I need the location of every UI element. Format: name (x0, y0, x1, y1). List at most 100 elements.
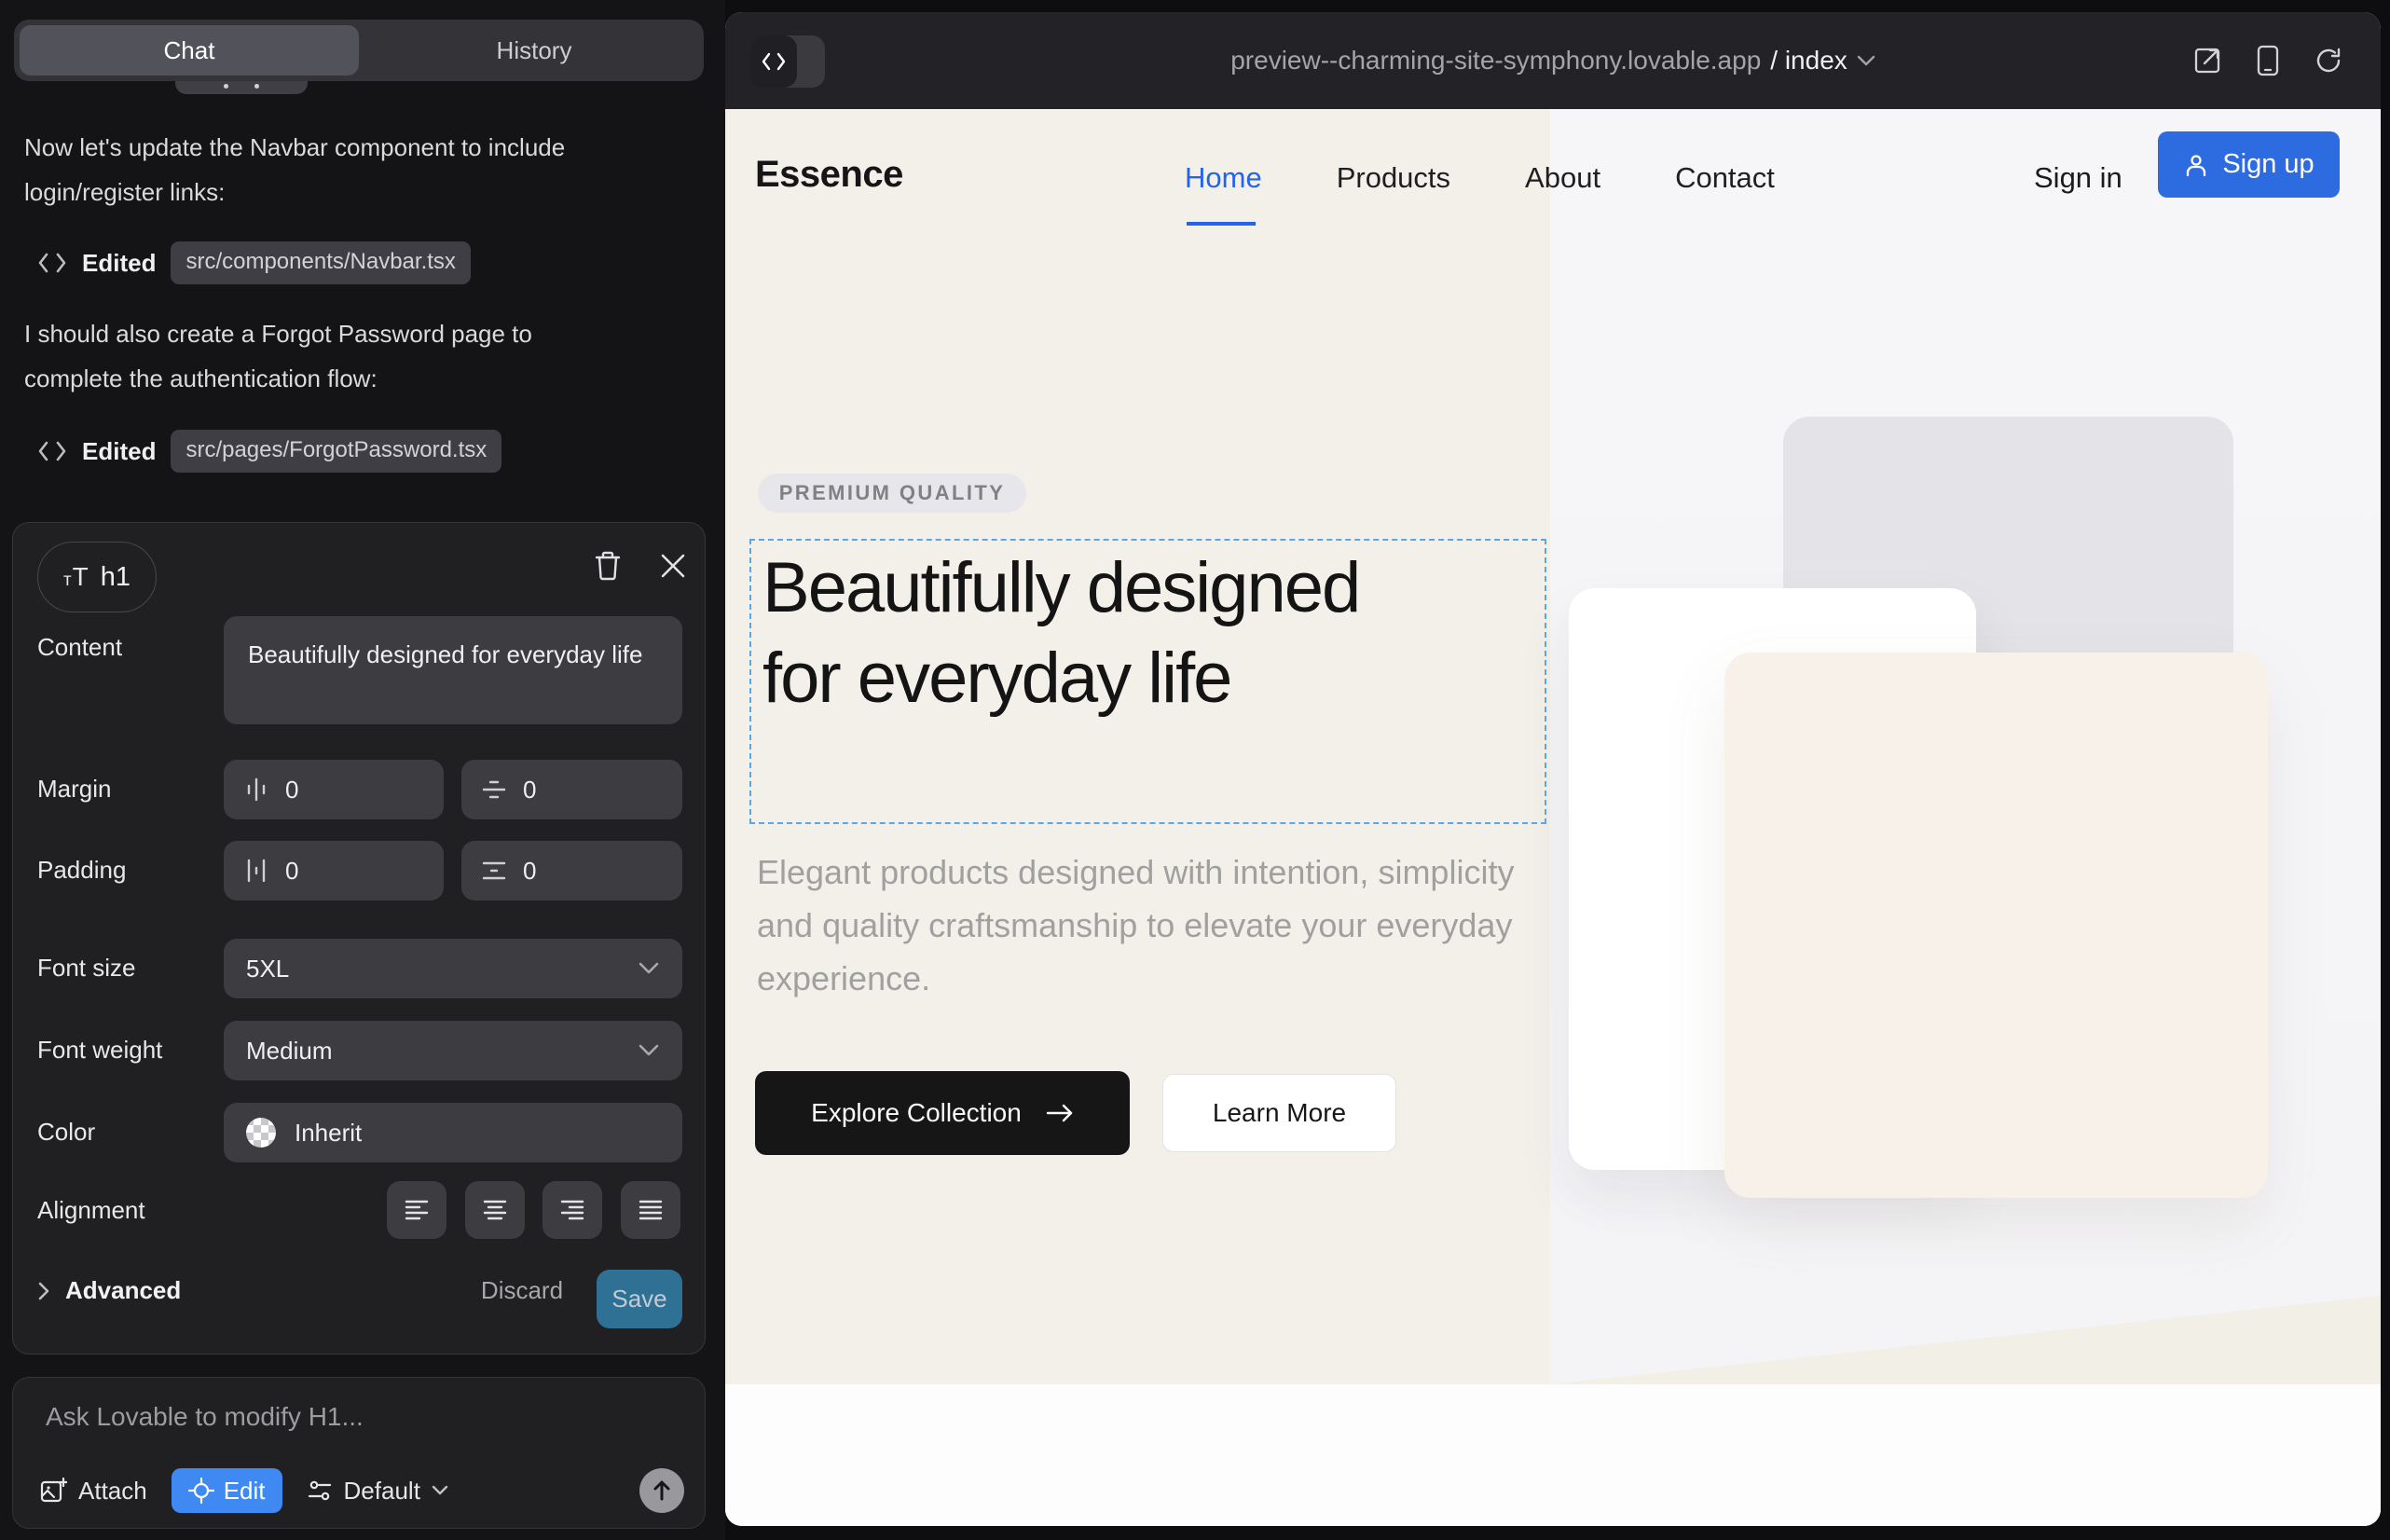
tab-chat[interactable]: Chat (20, 25, 359, 76)
chat-mode-select[interactable]: Default (307, 1477, 448, 1506)
sign-up-button[interactable]: Sign up (2158, 131, 2340, 198)
font-weight-select[interactable]: Medium (224, 1021, 682, 1080)
align-left-icon (404, 1198, 430, 1222)
hero-heading[interactable]: Beautifully designed for everyday life (762, 543, 1424, 723)
element-selection-outline[interactable]: Beautifully designed for everyday life (749, 539, 1546, 824)
scrolled-badge-remnant (175, 81, 308, 94)
code-icon (37, 439, 67, 463)
sign-up-label: Sign up (2222, 149, 2314, 180)
file-path-badge[interactable]: src/pages/ForgotPassword.tsx (171, 430, 501, 473)
nav-link-home[interactable]: Home (1185, 161, 1262, 195)
color-label: Color (37, 1118, 95, 1147)
site-logo[interactable]: Essence (755, 154, 903, 196)
padding-vertical-icon (482, 859, 506, 883)
delete-element-button[interactable] (582, 540, 634, 592)
nav-link-contact[interactable]: Contact (1675, 161, 1775, 195)
url-bar[interactable]: preview--charming-site-symphony.lovable.… (725, 12, 2381, 109)
padding-x-value: 0 (285, 857, 298, 886)
edited-file-row[interactable]: Edited src/pages/ForgotPassword.tsx (37, 429, 501, 474)
preview-toolbar: preview--charming-site-symphony.lovable.… (725, 12, 2381, 109)
open-external-icon[interactable] (2192, 46, 2222, 76)
refresh-icon[interactable] (2314, 46, 2343, 76)
color-value: Inherit (295, 1119, 362, 1148)
lovable-app: Chat History Now let's update the Navbar… (0, 0, 2390, 1540)
composer: Ask Lovable to modify H1... Attach Edit … (12, 1377, 706, 1529)
code-view-toggle[interactable] (750, 35, 825, 88)
font-size-select[interactable]: 5XL (224, 939, 682, 998)
target-icon (188, 1478, 214, 1504)
align-justify-button[interactable] (621, 1181, 680, 1239)
send-button[interactable] (639, 1468, 684, 1513)
learn-more-button[interactable]: Learn More (1162, 1074, 1396, 1152)
chevron-down-icon (638, 1043, 660, 1058)
margin-label: Margin (37, 775, 111, 804)
edit-label: Edit (224, 1477, 266, 1506)
font-weight-label: Font weight (37, 1036, 162, 1065)
trash-icon (594, 550, 622, 582)
arrow-up-icon (652, 1479, 672, 1502)
edit-mode-button[interactable]: Edit (172, 1468, 282, 1513)
chat-panel: Chat History Now let's update the Navbar… (0, 0, 725, 1540)
margin-x-input[interactable]: 0 (224, 760, 444, 819)
advanced-toggle[interactable]: Advanced (37, 1276, 181, 1305)
close-editor-button[interactable] (647, 540, 699, 592)
attach-button[interactable]: Attach (39, 1477, 147, 1506)
type-icon (63, 562, 89, 592)
save-button[interactable]: Save (597, 1270, 682, 1328)
advanced-label: Advanced (65, 1276, 181, 1305)
sliders-icon (307, 1478, 333, 1504)
page-bottom-section (725, 1384, 2381, 1526)
align-right-button[interactable] (543, 1181, 602, 1239)
padding-label: Padding (37, 856, 126, 885)
font-size-value: 5XL (246, 955, 289, 983)
chevron-down-icon (1857, 55, 1875, 67)
margin-vertical-icon (482, 777, 506, 802)
close-icon (659, 552, 687, 580)
color-select[interactable]: Inherit (224, 1103, 682, 1162)
element-tag-label: h1 (101, 562, 130, 593)
font-size-label: Font size (37, 954, 136, 983)
mobile-preview-icon[interactable] (2256, 45, 2280, 76)
composer-actions: Attach Edit Default (39, 1467, 684, 1514)
align-center-icon (482, 1198, 508, 1222)
content-label: Content (37, 633, 122, 662)
attach-image-icon (39, 1477, 67, 1505)
edited-file-row[interactable]: Edited src/components/Navbar.tsx (37, 241, 471, 285)
chevron-down-icon (432, 1485, 448, 1496)
tab-history[interactable]: History (364, 20, 704, 81)
url-domain: preview--charming-site-symphony.lovable.… (1230, 46, 1761, 76)
preview-actions (2192, 12, 2343, 109)
assistant-message: I should also create a Forgot Password p… (24, 311, 635, 401)
discard-button[interactable]: Discard (475, 1276, 569, 1305)
padding-horizontal-icon (244, 859, 268, 883)
align-left-button[interactable] (387, 1181, 446, 1239)
alignment-label: Alignment (37, 1196, 145, 1225)
margin-y-input[interactable]: 0 (461, 760, 682, 819)
padding-y-input[interactable]: 0 (461, 841, 682, 901)
user-icon (2183, 152, 2209, 178)
explore-collection-button[interactable]: Explore Collection (755, 1071, 1130, 1155)
content-textarea[interactable]: Beautifully designed for everyday life (224, 616, 682, 724)
url-path: / index (1770, 46, 1847, 76)
chevron-down-icon (638, 961, 660, 976)
site-navbar: Essence Home Products About Contact Sign… (725, 109, 2381, 249)
nav-link-about[interactable]: About (1525, 161, 1600, 195)
align-center-button[interactable] (465, 1181, 525, 1239)
dot (254, 84, 259, 89)
padding-y-value: 0 (523, 857, 536, 886)
element-editor-panel: h1 Content Beautifully designed for ever… (12, 522, 706, 1354)
edited-label: Edited (82, 249, 156, 278)
padding-x-input[interactable]: 0 (224, 841, 444, 901)
composer-input[interactable]: Ask Lovable to modify H1... (46, 1402, 364, 1432)
arrow-right-icon (1046, 1103, 1074, 1123)
code-icon (761, 51, 787, 72)
file-path-badge[interactable]: src/components/Navbar.tsx (171, 241, 470, 284)
sign-in-link[interactable]: Sign in (2034, 161, 2122, 195)
code-toggle-knob (750, 35, 797, 88)
element-tag-chip[interactable]: h1 (37, 542, 157, 612)
decorative-card-beige (1724, 653, 2268, 1198)
default-mode-label: Default (344, 1477, 420, 1506)
tab-bar: Chat History (14, 20, 704, 81)
font-weight-value: Medium (246, 1037, 332, 1066)
nav-link-products[interactable]: Products (1337, 161, 1450, 195)
